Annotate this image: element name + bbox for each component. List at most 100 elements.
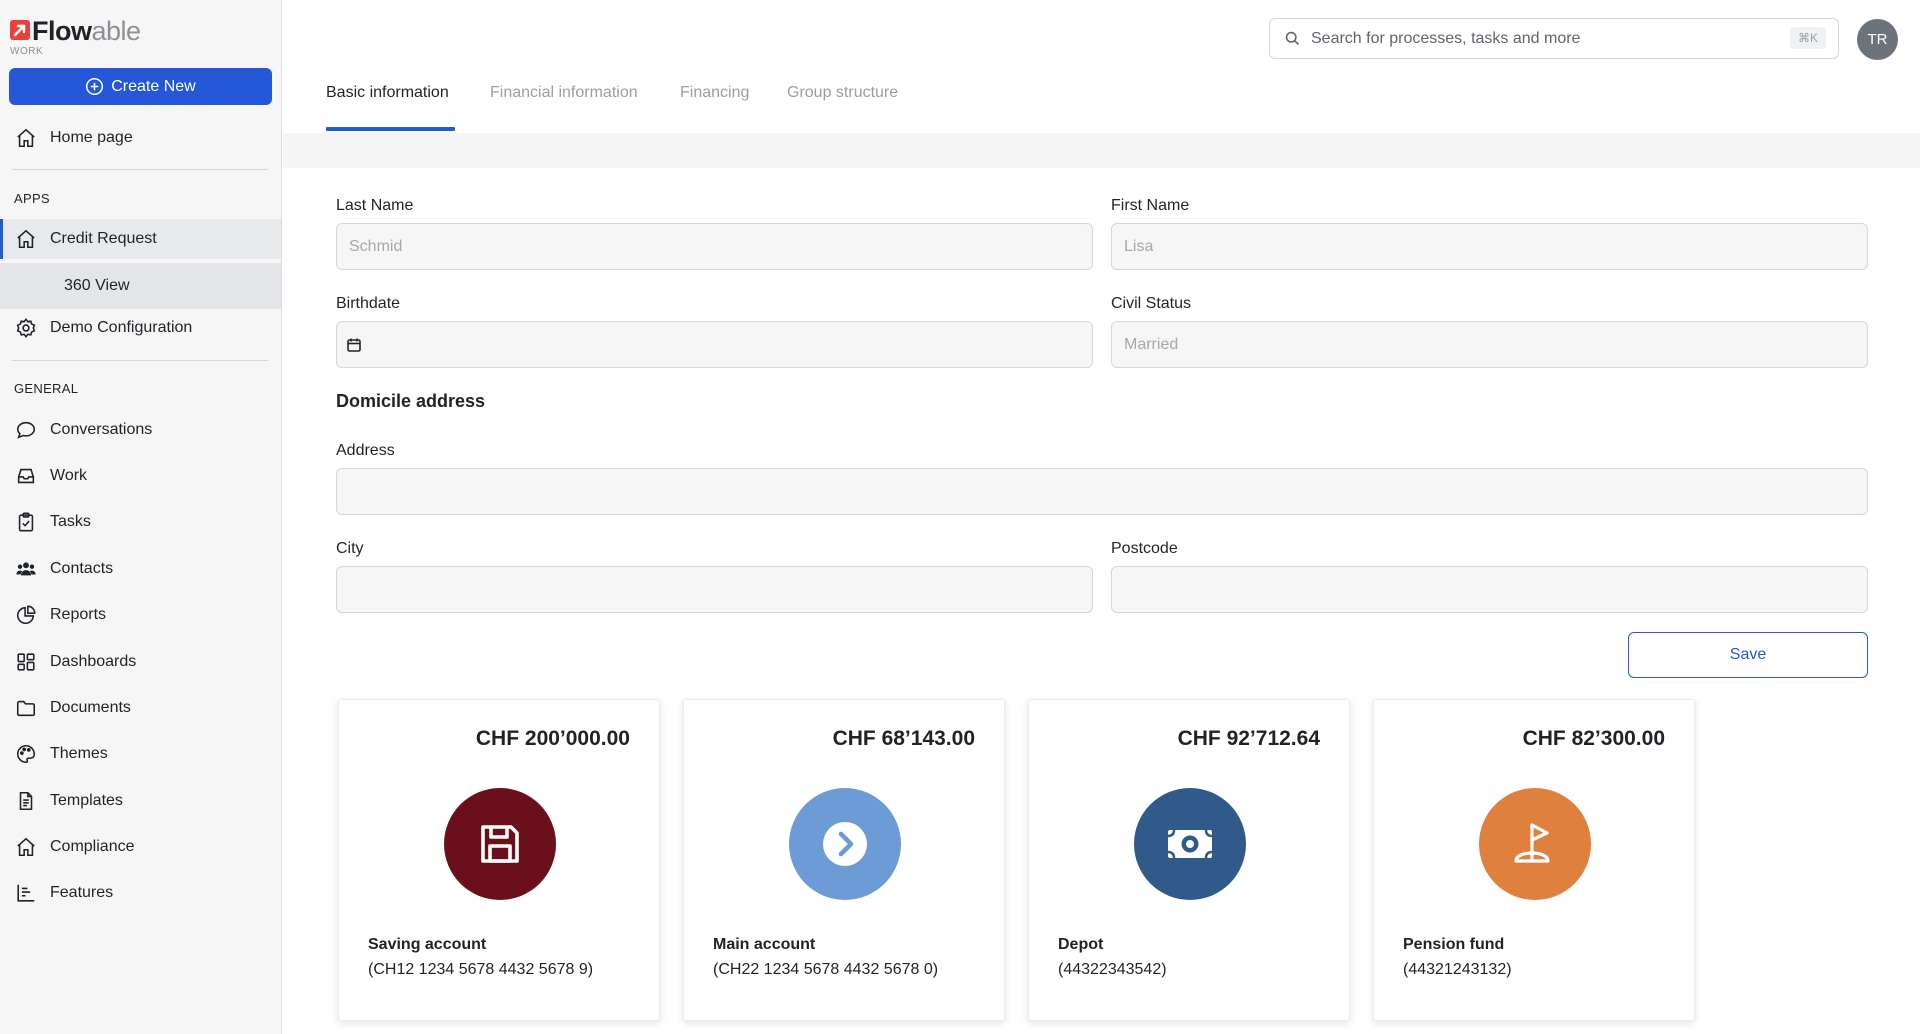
last-name-label: Last Name: [336, 197, 414, 214]
sidebar-item-home[interactable]: Home page: [0, 118, 281, 158]
account-card-saving[interactable]: CHF 200’000.00 Saving account (CH12 1234…: [338, 699, 660, 1021]
sidebar-divider: [12, 169, 268, 170]
account-icon-circle: [1134, 788, 1246, 900]
sidebar-item-label: Demo Configuration: [50, 319, 193, 336]
banknote-icon: [1167, 829, 1213, 859]
create-new-button[interactable]: Create New: [9, 68, 272, 105]
tab-content-separator: [283, 133, 1920, 168]
account-name: Saving account: [368, 936, 487, 953]
sidebar-item-credit-request[interactable]: Credit Request: [0, 219, 281, 259]
account-name: Main account: [713, 936, 816, 953]
account-card-depot[interactable]: CHF 92’712.64 Depot (44322343542): [1028, 699, 1350, 1021]
inbox-icon: [14, 464, 38, 488]
chevron-right-circle-icon: [823, 822, 867, 866]
users-icon: [14, 557, 38, 581]
create-new-label: Create New: [111, 77, 196, 95]
calendar-icon[interactable]: [346, 337, 362, 353]
tab-financing[interactable]: Financing: [680, 84, 749, 102]
account-number: (CH12 1234 5678 4432 5678 9): [368, 961, 594, 978]
sidebar-divider: [12, 360, 268, 361]
sidebar: Flowable WORK Create New Home page APPS …: [0, 0, 282, 1034]
gear-icon: [14, 316, 38, 340]
civil-status-field[interactable]: [1111, 321, 1868, 368]
tab-group-structure[interactable]: Group structure: [787, 84, 898, 102]
section-label-apps: APPS: [14, 191, 50, 206]
dashboard-icon: [14, 650, 38, 674]
account-card-main[interactable]: CHF 68’143.00 Main account (CH22 1234 56…: [683, 699, 1005, 1021]
folder-icon: [14, 696, 38, 720]
sidebar-item-label: Documents: [50, 699, 131, 716]
civil-status-label: Civil Status: [1111, 295, 1192, 312]
sidebar-item-documents[interactable]: Documents: [0, 688, 281, 728]
account-icon-circle: [1479, 788, 1591, 900]
tab-financial-information[interactable]: Financial information: [490, 84, 638, 102]
home-icon: [14, 126, 38, 150]
sidebar-item-label: Conversations: [50, 421, 153, 438]
sidebar-item-label: Compliance: [50, 838, 135, 855]
account-number: (44322343542): [1058, 961, 1167, 978]
sidebar-item-dashboards[interactable]: Dashboards: [0, 642, 281, 682]
sidebar-subitem-label: 360 View: [64, 277, 130, 294]
sidebar-item-themes[interactable]: Themes: [0, 734, 281, 774]
account-name: Pension fund: [1403, 936, 1505, 953]
account-card-pension[interactable]: CHF 82’300.00 Pension fund (44321243132): [1373, 699, 1695, 1021]
sidebar-item-conversations[interactable]: Conversations: [0, 410, 281, 450]
account-amount: CHF 68’143.00: [832, 727, 975, 750]
sidebar-item-label: Credit Request: [50, 230, 157, 247]
account-number: (44321243132): [1403, 961, 1512, 978]
search-input[interactable]: Search for processes, tasks and more ⌘K: [1269, 18, 1839, 59]
sidebar-item-label: Contacts: [50, 560, 114, 577]
postcode-field[interactable]: [1111, 566, 1868, 613]
sidebar-item-work[interactable]: Work: [0, 456, 281, 496]
bar-chart-icon: [14, 881, 38, 905]
floppy-disk-icon: [481, 825, 519, 863]
account-amount: CHF 92’712.64: [1177, 727, 1320, 750]
sidebar-item-contacts[interactable]: Contacts: [0, 549, 281, 589]
account-icon-circle: [444, 788, 556, 900]
sidebar-item-templates[interactable]: Templates: [0, 781, 281, 821]
golf-flag-icon: [1514, 823, 1550, 863]
first-name-field[interactable]: [1111, 223, 1868, 270]
search-icon: [1285, 31, 1299, 45]
sidebar-item-label: Templates: [50, 792, 123, 809]
city-field[interactable]: [336, 566, 1093, 613]
search-shortcut-badge: ⌘K: [1789, 27, 1826, 49]
flowable-logo[interactable]: Flowable WORK: [10, 16, 170, 58]
sidebar-item-tasks[interactable]: Tasks: [0, 502, 281, 542]
sidebar-item-reports[interactable]: Reports: [0, 595, 281, 635]
sidebar-item-label: Work: [50, 467, 88, 484]
tab-basic-information[interactable]: Basic information: [326, 84, 449, 102]
home-icon: [14, 835, 38, 859]
sidebar-item-label: Features: [50, 884, 114, 901]
sidebar-item-compliance[interactable]: Compliance: [0, 827, 281, 867]
address-label: Address: [336, 442, 395, 459]
document-icon: [14, 789, 38, 813]
account-number: (CH22 1234 5678 4432 5678 0): [713, 961, 939, 978]
active-tab-indicator: [326, 127, 455, 131]
home-icon: [14, 227, 38, 251]
last-name-field[interactable]: [336, 223, 1093, 270]
first-name-label: First Name: [1111, 197, 1190, 214]
sidebar-subitem-360-view[interactable]: 360 View: [0, 263, 281, 309]
sidebar-item-label: Home page: [50, 129, 133, 146]
clipboard-check-icon: [14, 510, 38, 534]
account-amount: CHF 200’000.00: [475, 727, 630, 750]
flowable-logo-icon: [10, 20, 30, 40]
account-amount: CHF 82’300.00: [1522, 727, 1665, 750]
section-label-general: GENERAL: [14, 381, 79, 396]
address-field[interactable]: [336, 468, 1868, 515]
sidebar-item-label: Themes: [50, 745, 108, 762]
city-label: City: [336, 540, 364, 557]
sidebar-item-features[interactable]: Features: [0, 873, 281, 913]
plus-circle-icon: [86, 77, 104, 96]
save-button[interactable]: Save: [1628, 632, 1868, 678]
user-avatar[interactable]: TR: [1857, 19, 1898, 60]
sidebar-item-demo-configuration[interactable]: Demo Configuration: [0, 308, 281, 348]
logo-subtitle: WORK: [10, 46, 44, 57]
postcode-label: Postcode: [1111, 540, 1178, 557]
logo-text-able: able: [91, 16, 142, 46]
birthdate-field[interactable]: [336, 321, 1093, 368]
account-icon-circle: [789, 788, 901, 900]
search-placeholder: Search for processes, tasks and more: [1311, 29, 1581, 47]
sidebar-item-label: Dashboards: [50, 653, 137, 670]
